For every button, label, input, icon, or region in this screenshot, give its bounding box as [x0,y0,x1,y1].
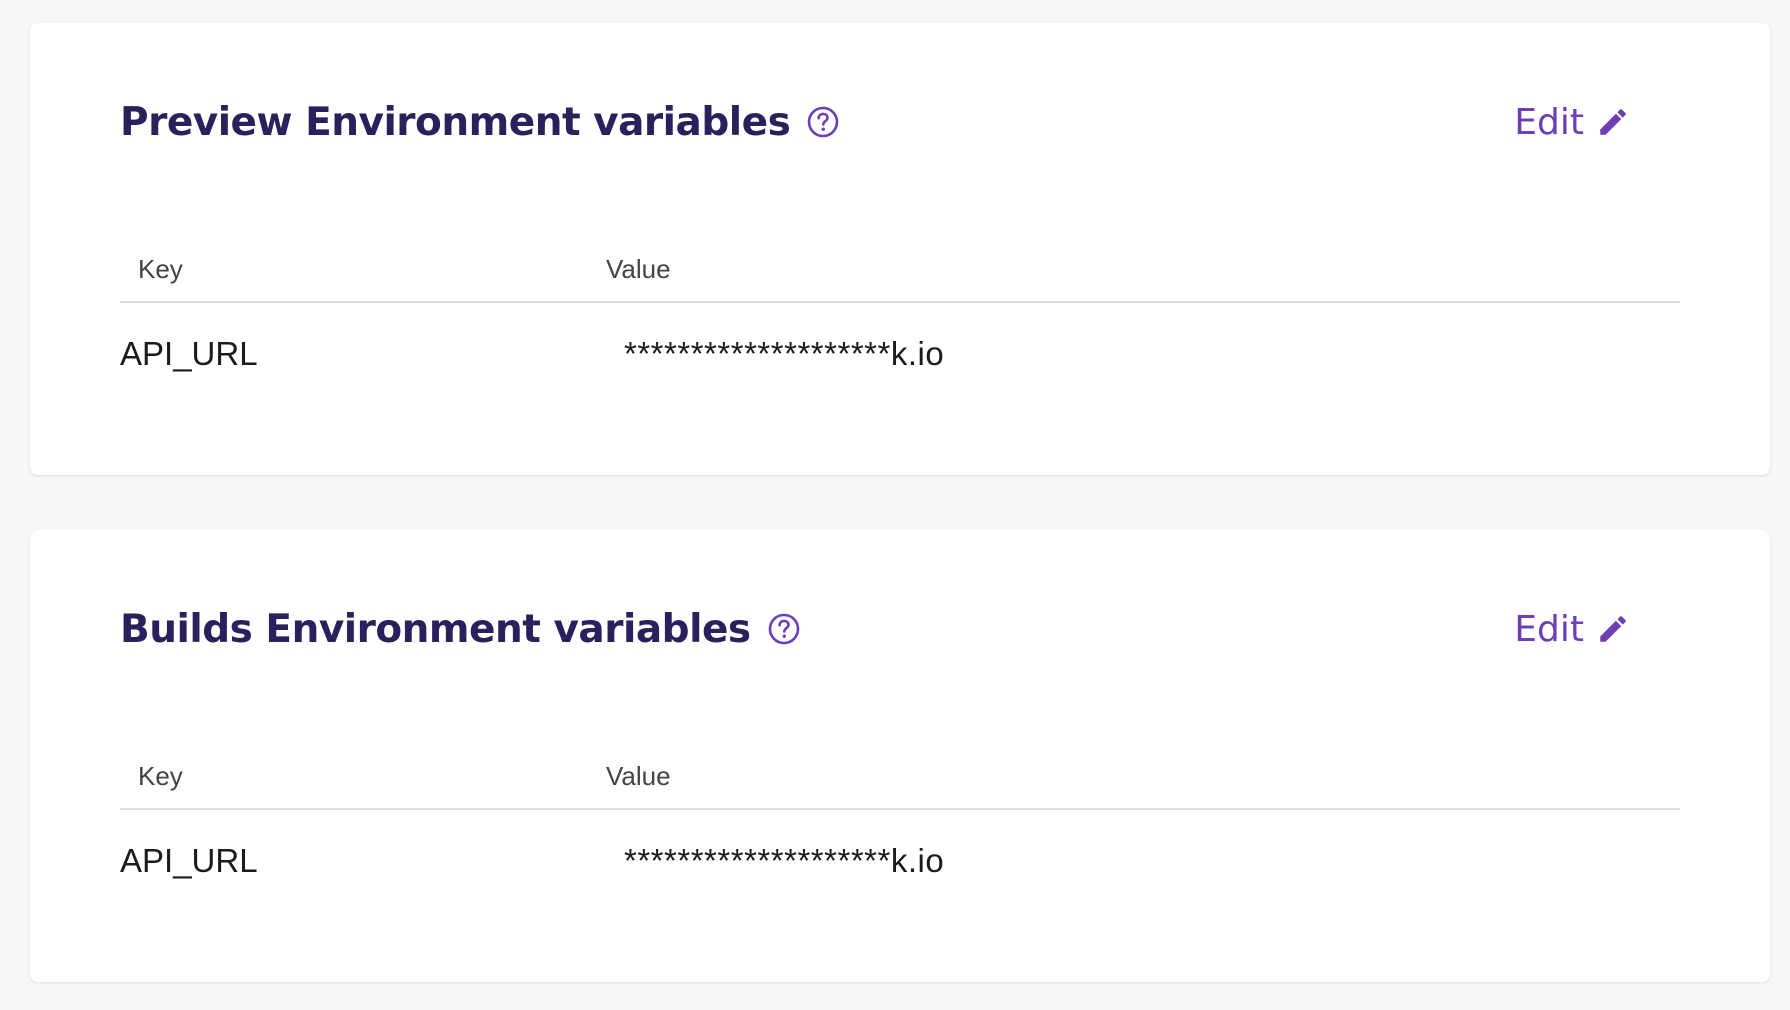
variable-value: ********************k.io [624,335,945,372]
title-wrap: Builds Environment variables [120,607,801,652]
card-header: Preview Environment variables Edit [120,97,1630,147]
question-circle-icon[interactable] [806,105,840,139]
section-title: Preview Environment variables [120,99,791,145]
edit-button[interactable]: Edit [1514,609,1630,650]
env-table: Key Value API_URL ********************k.… [120,226,1680,393]
section-title: Builds Environment variables [120,606,751,652]
variable-key: API_URL [120,842,258,879]
table-header: Key Value [120,226,1680,303]
env-variables-page: Preview Environment variables Edit Key V… [0,0,1790,1010]
variable-key: API_URL [120,335,258,372]
column-header-value: Value [606,254,671,284]
preview-env-card: Preview Environment variables Edit Key V… [30,23,1770,475]
pencil-icon [1596,612,1630,646]
edit-label: Edit [1514,101,1584,143]
question-circle-icon[interactable] [767,612,801,646]
edit-label: Edit [1514,608,1584,650]
pencil-icon [1596,105,1630,139]
table-header: Key Value [120,733,1680,810]
builds-env-card: Builds Environment variables Edit Key Va… [30,530,1770,982]
edit-button[interactable]: Edit [1514,102,1630,143]
card-header: Builds Environment variables Edit [120,604,1630,654]
env-table: Key Value API_URL ********************k.… [120,733,1680,900]
variable-value: ********************k.io [624,842,945,879]
table-row: API_URL ********************k.io [120,810,1680,900]
column-header-value: Value [606,761,671,791]
column-header-key: Key [138,254,183,284]
column-header-key: Key [138,761,183,791]
title-wrap: Preview Environment variables [120,100,840,145]
table-row: API_URL ********************k.io [120,303,1680,393]
